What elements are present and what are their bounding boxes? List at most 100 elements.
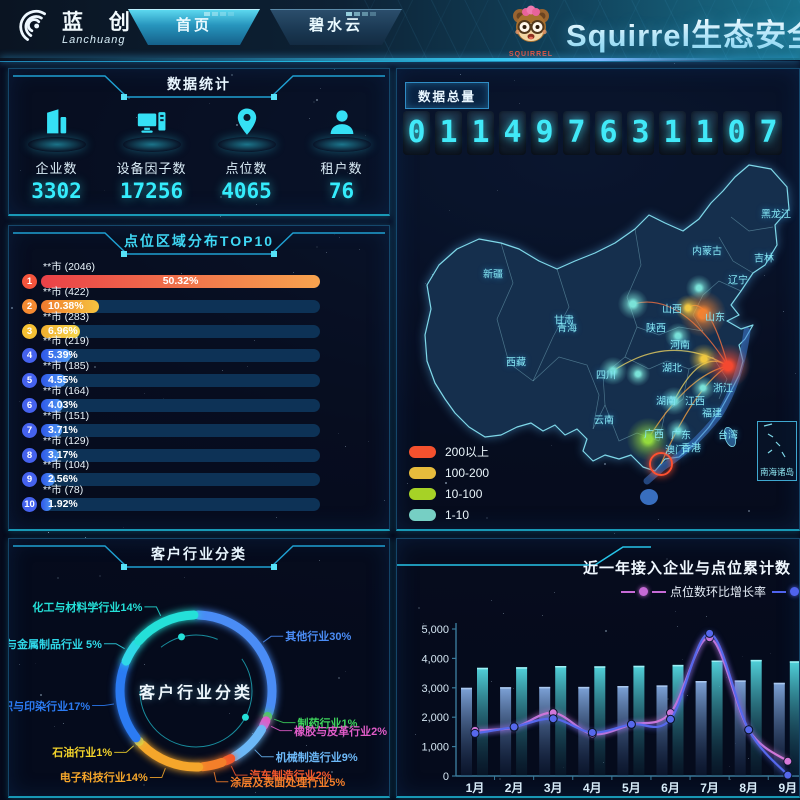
legend-line [652,591,666,593]
map-heat-marker-teal [618,289,648,319]
province-label-云南: 云南 [594,412,614,427]
svg-text:4,000: 4,000 [421,653,449,665]
svg-text:6月: 6月 [661,781,680,795]
top10-city-label: **市 (185) [22,361,332,372]
top10-row: **市 (78) 10 1.92% [22,485,332,510]
dashboard: 蓝 创 Lanchuang 首页碧水云 SQUIRREL Squirrel生态安… [0,0,800,800]
legend-label: 点位数环比增长率 [670,583,766,600]
industry-slice-label: 橡胶与皮革行业2% [294,723,387,739]
industry-slice-label: 石油行业1% [52,744,112,760]
svg-text:3,000: 3,000 [421,683,449,695]
industry-panel: 客户行业分类 其他行业30%制药行业1%橡胶与皮革行业2%机械制造行业9%汽车制… [8,538,390,798]
industry-donut-chart: 其他行业30%制药行业1%橡胶与皮革行业2%机械制造行业9%汽车制造行业2%涂层… [9,539,389,796]
trend-legend-item[interactable]: 点位数环比增长率 [621,583,766,600]
top10-row: **市 (219) 4 5.39% [22,336,332,361]
stat-user: 租户数 76 [299,105,385,203]
squirrel-mascot: SQUIRREL [506,4,556,58]
map-legend-item[interactable]: 1-10 [409,504,489,525]
donut-center-label: 客户行业分类 [139,679,253,703]
svg-text:2月: 2月 [505,781,524,795]
legend-swatch [409,446,436,458]
spiral-logo-icon [16,8,52,49]
top10-row: **市 (151) 7 3.71% [22,411,332,436]
province-label-广西: 广西 [644,426,664,441]
map-heat-marker-teal [626,362,650,386]
industry-slice-label: 钢铁与金属制品行业 5% [8,636,102,652]
province-label-辽宁: 辽宁 [728,272,748,287]
svg-text:0: 0 [443,771,449,783]
top10-city-label: **市 (104) [22,460,332,471]
legend-swatch [409,509,436,521]
province-label-福建: 福建 [702,405,722,420]
legend-swatch [409,488,436,500]
top10-panel: 点位区域分布TOP10 **市 (2046) 1 50.32% **市 (422… [8,225,390,531]
svg-text:5月: 5月 [622,781,641,795]
map-legend-item[interactable]: 10-100 [409,483,489,504]
industry-slice-label: 化工与材料学行业14% [32,599,142,615]
stat-location: 点位数 4065 [204,105,290,203]
brand-logo: 蓝 创 Lanchuang [16,8,140,49]
legend-label: 100-200 [445,466,489,480]
stat-value: 3302 [31,179,82,203]
stats-panel-title: 数据统计 [9,74,389,94]
top10-row: **市 (104) 9 2.56% [22,460,332,485]
location-icon [230,105,264,145]
tab-bishuiyun[interactable]: 碧水云 [270,9,402,45]
user-icon [325,105,359,145]
stat-label: 设备因子数 [116,158,186,177]
header-separator [0,61,800,62]
legend-label: 200以上 [445,443,489,460]
map-legend-item[interactable]: 200以上 [409,441,489,462]
trend-legend: 点位数环比增长率 [621,583,799,600]
top10-percent: 1.92% [48,498,320,511]
map-panel: 数据总量 011497631107 黑龙江内蒙古吉林辽宁新疆甘肃青海西藏山西山东… [396,68,800,531]
svg-text:3月: 3月 [544,781,563,795]
tab-home[interactable]: 首页 [128,9,260,45]
industry-slice-label: 其他行业30% [285,628,351,644]
header-glow-line [0,58,800,61]
star [614,533,615,534]
page-title: Squirrel生态安全云平台 [566,10,800,55]
map-legend: 200以上 100-200 10-100 1-10 [409,441,489,525]
top10-city-label: **市 (151) [22,411,332,422]
svg-text:2,000: 2,000 [421,712,449,724]
top10-city-label: **市 (283) [22,312,332,323]
top10-city-label: **市 (164) [22,386,332,397]
top10-row: **市 (283) 3 6.96% [22,312,332,337]
top10-bar-track: 1.92% [41,498,320,511]
top10-rank-list: **市 (2046) 1 50.32% **市 (422) 2 10.38% *… [22,262,332,510]
inset-label: 南海诸岛 [758,466,796,478]
top10-row: **市 (185) 5 4.55% [22,361,332,386]
province-label-黑龙江: 黑龙江 [761,206,791,221]
legend-line [772,591,786,593]
star [48,532,49,533]
svg-text:9月: 9月 [778,781,797,795]
top10-panel-title: 点位区域分布TOP10 [9,231,389,251]
trend-legend-item[interactable] [772,587,800,596]
legend-swatch [409,467,436,479]
mascot-caption: SQUIRREL [506,51,556,58]
top10-city-label: **市 (422) [22,287,332,298]
province-label-山西: 山西 [662,301,682,316]
stat-value: 17256 [120,179,183,203]
top10-city-label: **市 (78) [22,485,332,496]
trend-combo-chart: 0 1,000 2,000 3,000 4,000 5,0001月 2月 3月 … [397,539,799,796]
province-label-湖北: 湖北 [662,360,682,375]
star [674,63,675,64]
province-label-吉林: 吉林 [754,250,774,265]
stat-value: 4065 [221,179,272,203]
svg-text:4月: 4月 [583,781,602,795]
province-label-陕西: 陕西 [646,320,666,335]
legend-dot [639,587,648,596]
tab-corner-decor [204,12,234,16]
nav-tabs: 首页碧水云 [128,0,402,60]
stats-panel: 数据统计 企业数 3302 设备因子数 17256 点位数 4065 租户数 7… [8,68,390,216]
rank-badge: 10 [22,497,37,512]
map-legend-item[interactable]: 100-200 [409,462,489,483]
province-label-香港: 香港 [681,440,701,455]
province-label-湖南: 湖南 [656,393,676,408]
province-label-青海: 青海 [557,320,577,335]
legend-line [621,591,635,593]
top10-row: **市 (164) 6 4.03% [22,386,332,411]
stat-label: 租户数 [320,158,362,177]
